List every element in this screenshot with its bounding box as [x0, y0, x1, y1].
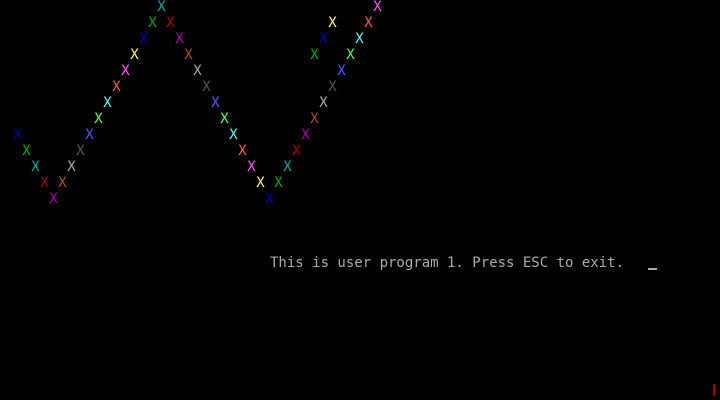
x-mark: X: [319, 95, 328, 111]
x-mark: X: [373, 0, 382, 15]
x-mark: X: [157, 0, 166, 15]
x-mark: X: [121, 63, 130, 79]
x-mark: X: [247, 159, 256, 175]
x-mark: X: [112, 79, 121, 95]
x-mark: X: [265, 191, 274, 207]
x-mark: X: [319, 31, 328, 47]
x-mark: X: [76, 143, 85, 159]
x-mark: X: [67, 159, 76, 175]
text-cursor: [648, 268, 657, 270]
x-mark: X: [328, 15, 337, 31]
x-mark: X: [193, 63, 202, 79]
x-mark: X: [292, 143, 301, 159]
corner-marker: [713, 384, 715, 396]
x-mark: X: [328, 79, 337, 95]
x-mark: X: [202, 79, 211, 95]
x-mark: X: [148, 15, 157, 31]
x-mark: X: [31, 159, 40, 175]
dos-console-screen: XXXXXXXXXXXXXXXXXXXXXXXXXXXXXXXXXXXXXXXX…: [0, 0, 720, 400]
x-mark: X: [103, 95, 112, 111]
x-mark: X: [256, 175, 265, 191]
x-mark: X: [220, 111, 229, 127]
x-mark: X: [238, 143, 247, 159]
x-mark: X: [85, 127, 94, 143]
x-mark: X: [229, 127, 238, 143]
x-mark: X: [283, 159, 292, 175]
x-mark: X: [49, 191, 58, 207]
x-mark: X: [40, 175, 49, 191]
x-mark: X: [22, 143, 31, 159]
program-message: This is user program 1. Press ESC to exi…: [270, 255, 625, 271]
x-mark: X: [13, 127, 22, 143]
x-mark: X: [310, 111, 319, 127]
x-mark: X: [355, 31, 364, 47]
x-mark: X: [58, 175, 67, 191]
x-mark: X: [364, 15, 373, 31]
x-mark: X: [274, 175, 283, 191]
x-mark: X: [139, 31, 148, 47]
x-mark: X: [166, 15, 175, 31]
x-mark: X: [337, 63, 346, 79]
x-mark: X: [175, 31, 184, 47]
x-mark: X: [310, 47, 319, 63]
x-mark: X: [211, 95, 220, 111]
x-mark: X: [346, 47, 355, 63]
x-mark: X: [184, 47, 193, 63]
x-mark: X: [94, 111, 103, 127]
x-mark: X: [130, 47, 139, 63]
x-mark: X: [301, 127, 310, 143]
